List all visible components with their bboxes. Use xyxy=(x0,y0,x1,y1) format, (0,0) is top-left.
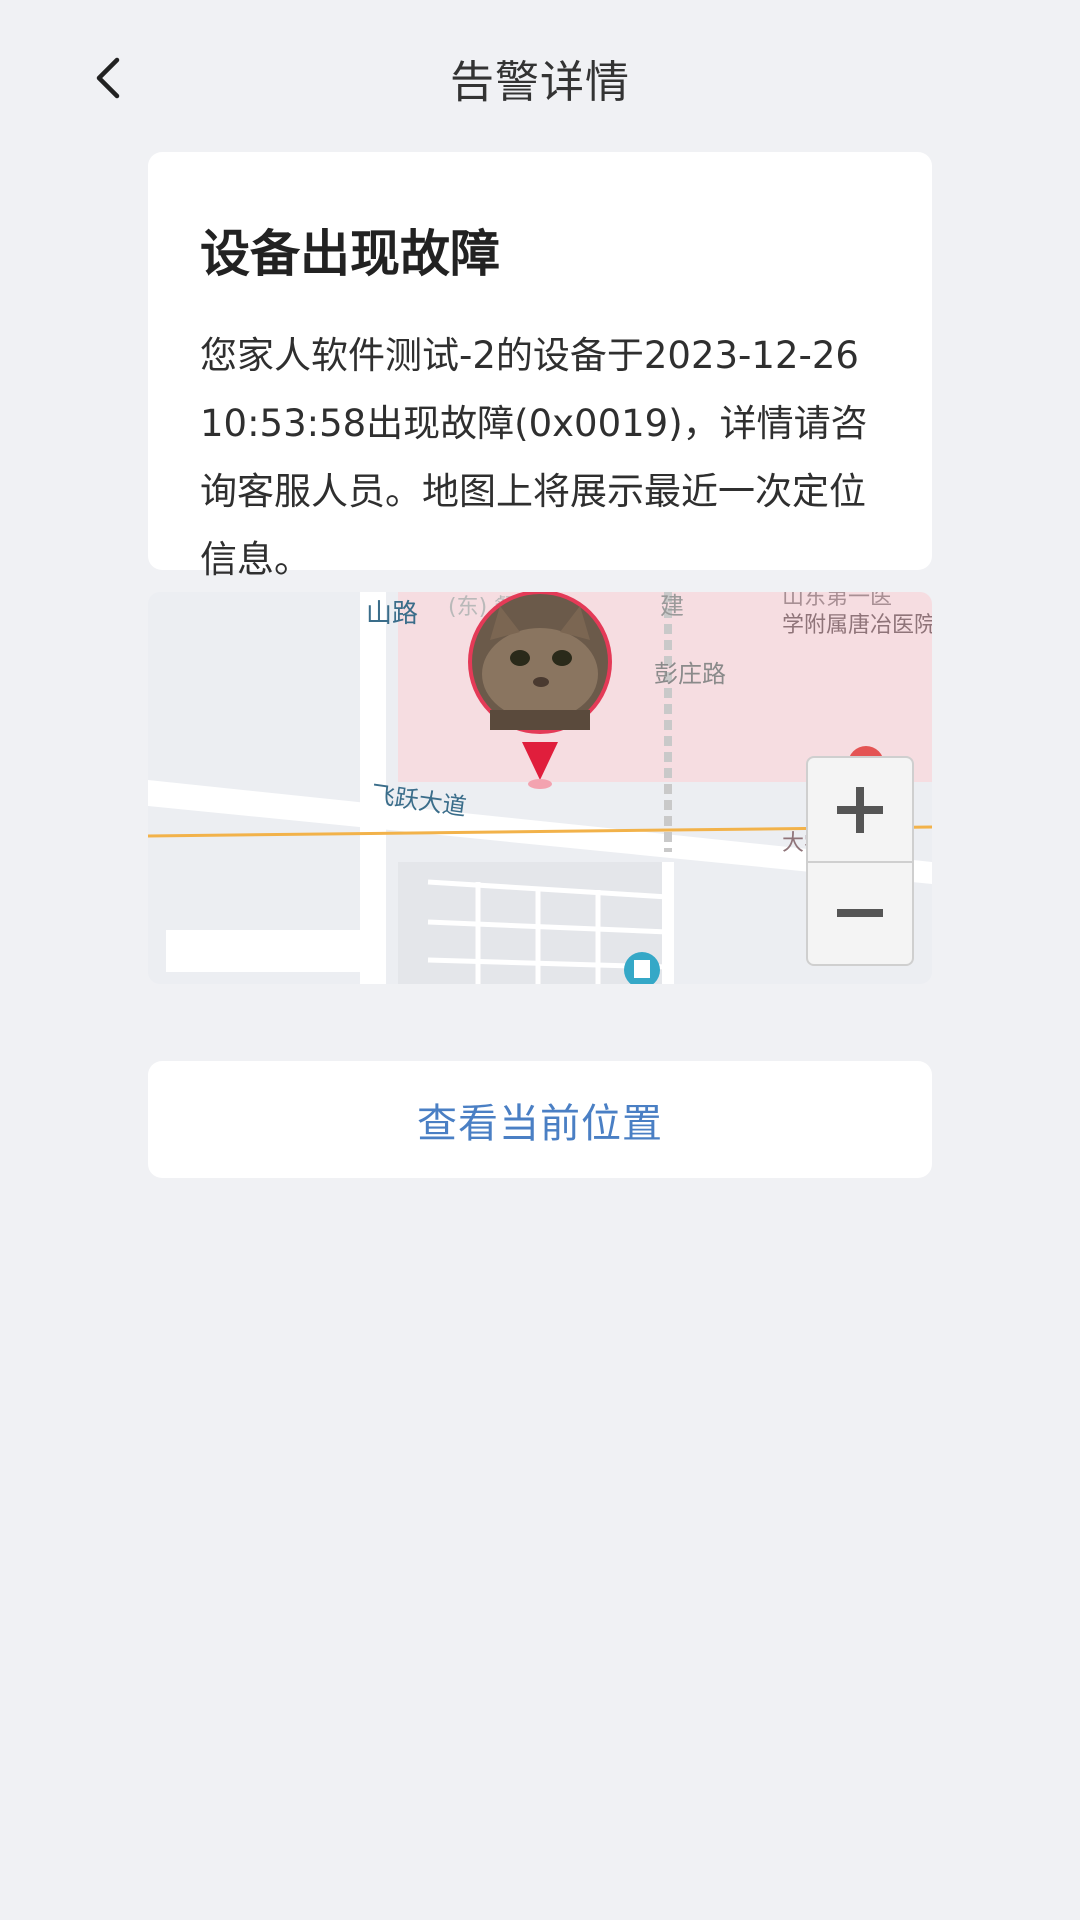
alert-card: 设备出现故障 您家人软件测试-2的设备于2023-12-26 10:53:58出… xyxy=(148,152,932,581)
zoom-out-button[interactable] xyxy=(808,861,912,964)
blank-patch xyxy=(166,930,366,972)
label-road-jian: 建 xyxy=(660,592,684,620)
label-road-pengzhuang: 彭庄路 xyxy=(654,660,726,688)
label-faded-hospital: 山东第一医 xyxy=(782,592,892,610)
page-title: 告警详情 xyxy=(450,57,630,108)
label-road-shan: 山路 xyxy=(366,599,418,629)
alert-message: 您家人软件测试-2的设备于2023-12-26 10:53:58出现故障(0x0… xyxy=(200,334,868,581)
header: 告警详情 xyxy=(0,0,1080,150)
plus-icon xyxy=(837,786,883,833)
label-hospital-residence: 学附属唐冶医院住院楼 xyxy=(782,613,932,638)
zoom-controls xyxy=(806,756,914,966)
zoom-in-button[interactable] xyxy=(808,758,912,863)
alert-title: 设备出现故障 xyxy=(200,225,500,283)
view-location-label: 查看当前位置 xyxy=(417,1100,663,1147)
location-map[interactable]: 山路 飞跃大道 彭庄路 建 (东) 餐街 山东第一医 学附属唐冶医院住院楼 大学… xyxy=(148,592,932,984)
minus-icon xyxy=(837,908,883,917)
view-location-button[interactable]: 查看当前位置 xyxy=(148,1061,932,1178)
